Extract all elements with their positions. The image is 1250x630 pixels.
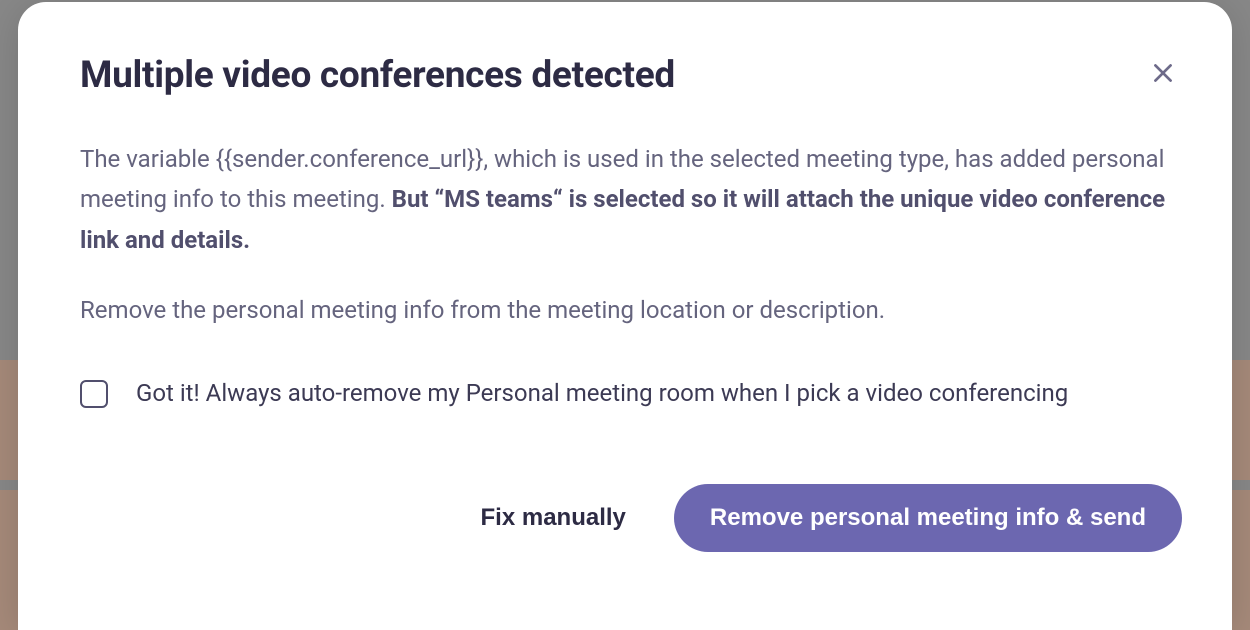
close-icon — [1150, 60, 1176, 86]
modal-header: Multiple video conferences detected — [80, 54, 1182, 97]
auto-remove-checkbox-label[interactable]: Got it! Always auto-remove my Personal m… — [136, 374, 1068, 414]
modal-body: The variable {{sender.conference_url}}, … — [80, 139, 1182, 414]
modal-title: Multiple video conferences detected — [80, 54, 675, 97]
remove-and-send-button[interactable]: Remove personal meeting info & send — [674, 484, 1182, 552]
description-paragraph-2: Remove the personal meeting info from th… — [80, 290, 1182, 330]
auto-remove-checkbox-row[interactable]: Got it! Always auto-remove my Personal m… — [80, 374, 1182, 414]
auto-remove-checkbox[interactable] — [80, 380, 108, 408]
modal-dialog: Multiple video conferences detected The … — [18, 2, 1232, 630]
fix-manually-button[interactable]: Fix manually — [477, 496, 630, 540]
close-button[interactable] — [1144, 54, 1182, 92]
modal-footer: Fix manually Remove personal meeting inf… — [80, 484, 1182, 552]
description-paragraph-1: The variable {{sender.conference_url}}, … — [80, 139, 1182, 260]
